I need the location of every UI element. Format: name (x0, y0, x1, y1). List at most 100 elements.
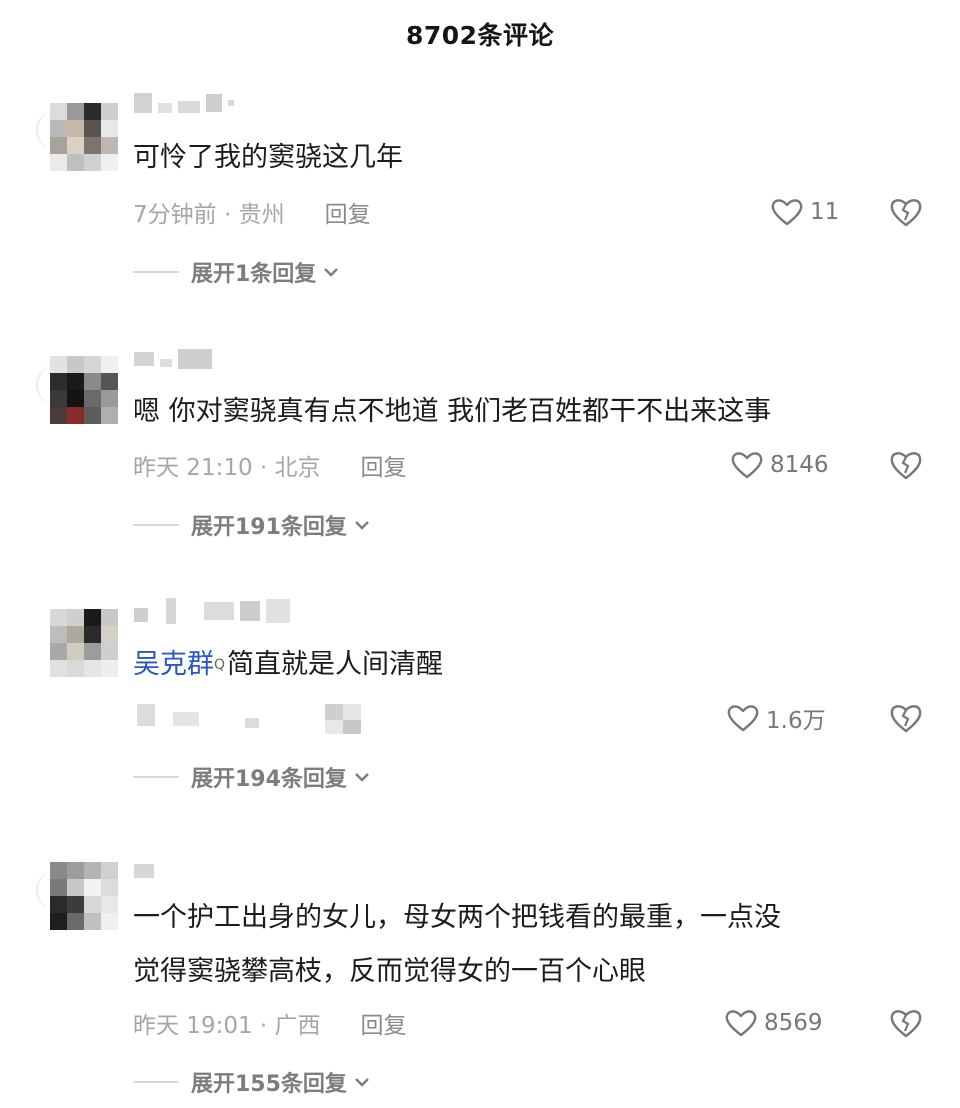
expand-replies-label: 展开1条回复 (191, 262, 317, 287)
comment-text-line: 觉得窦骁攀高枝，反而觉得女的一百个心眼 (133, 956, 646, 987)
chevron-down-icon (322, 266, 340, 278)
avatar-pixel (50, 356, 67, 373)
avatar-pixel (67, 609, 84, 626)
dislike-button[interactable] (888, 700, 924, 736)
reply-button[interactable]: 回复 (361, 1006, 407, 1040)
like-count: 8569 (764, 1010, 823, 1036)
avatar-pixel (67, 154, 84, 171)
heart-outline-icon (725, 1010, 757, 1037)
avatar[interactable] (50, 103, 118, 171)
like-count: 8146 (770, 452, 829, 478)
like-count: 11 (810, 199, 840, 225)
expand-replies-label: 展开194条回复 (191, 767, 347, 792)
avatar-pixel (84, 609, 101, 626)
avatar-pixel (67, 660, 84, 677)
expand-replies[interactable]: 展开191条回复 (133, 509, 371, 541)
mention-link[interactable]: 吴克群 (133, 649, 214, 680)
avatar[interactable] (50, 609, 118, 677)
avatar-pixel (67, 862, 84, 879)
avatar-pixel (50, 154, 67, 171)
chevron-down-icon (353, 771, 371, 783)
comment-time-location: 7分钟前 · 贵州 (133, 202, 285, 228)
avatar-pixel (84, 862, 101, 879)
avatar-pixel (50, 373, 67, 390)
divider-line (133, 271, 179, 273)
search-mark-icon: Q (214, 657, 226, 673)
username-redacted[interactable] (134, 598, 324, 624)
reply-button[interactable]: 回复 (325, 195, 371, 229)
divider-line (133, 1081, 179, 1083)
avatar-pixel (101, 103, 118, 120)
chevron-down-icon (353, 1076, 371, 1088)
avatar-pixel (67, 120, 84, 137)
avatar-pixel (50, 103, 67, 120)
avatar-pixel (67, 373, 84, 390)
avatar-pixel (101, 373, 118, 390)
reply-button[interactable]: 回复 (361, 448, 407, 482)
avatar-pixel (67, 103, 84, 120)
avatar-pixel (101, 390, 118, 407)
comment-text: 吴克群Q简直就是人间清醒 (133, 641, 443, 689)
chevron-down-icon (353, 519, 371, 531)
avatar-pixel (84, 407, 101, 424)
dislike-button[interactable] (888, 194, 924, 230)
broken-heart-icon (890, 452, 922, 480)
broken-heart-icon (890, 705, 922, 733)
comment-meta: 昨天 19:01 · 广西 回复 (133, 1005, 407, 1041)
avatar-pixel (84, 390, 101, 407)
dislike-button[interactable] (888, 447, 924, 483)
avatar-pixel (84, 879, 101, 896)
avatar-pixel (101, 913, 118, 930)
like-button[interactable]: 1.6万 (726, 700, 826, 736)
dislike-button[interactable] (888, 1005, 924, 1041)
avatar-pixel (101, 154, 118, 171)
avatar-pixel (84, 643, 101, 660)
expand-replies-label: 展开155条回复 (191, 1072, 347, 1097)
avatar-pixel (67, 913, 84, 930)
comment-text-line: 一个护工出身的女儿，母女两个把钱看的最重，一点没 (133, 902, 781, 933)
avatar-pixel (50, 913, 67, 930)
avatar-pixel (84, 896, 101, 913)
comment-text-body: 简直就是人间清醒 (227, 649, 444, 680)
avatar-pixel (67, 896, 84, 913)
avatar-pixel (84, 660, 101, 677)
expand-replies[interactable]: 展开155条回复 (133, 1066, 371, 1098)
expand-replies[interactable]: 展开1条回复 (133, 256, 340, 288)
comment-meta: 7分钟前 · 贵州 回复 (133, 194, 371, 230)
avatar-pixel (101, 643, 118, 660)
avatar[interactable] (50, 862, 118, 930)
like-button[interactable]: 11 (770, 194, 839, 230)
avatar-pixel (67, 643, 84, 660)
expand-replies-label: 展开191条回复 (191, 515, 347, 540)
avatar-pixel (84, 120, 101, 137)
avatar-pixel (101, 896, 118, 913)
avatar-pixel (50, 120, 67, 137)
avatar-pixel (84, 154, 101, 171)
expand-replies[interactable]: 展开194条回复 (133, 761, 371, 793)
avatar-pixel (84, 626, 101, 643)
username-redacted[interactable] (134, 90, 314, 116)
avatar-pixel (101, 609, 118, 626)
avatar-pixel (50, 862, 67, 879)
avatar-pixel (50, 407, 67, 424)
avatar-pixel (101, 120, 118, 137)
username-redacted[interactable] (134, 346, 314, 372)
comment-text: 嗯 你对窦骁真有点不地道 我们老百姓都干不出来这事 (133, 396, 772, 427)
avatar-pixel (101, 660, 118, 677)
broken-heart-icon (890, 199, 922, 227)
heart-outline-icon (771, 199, 803, 226)
avatar-pixel (101, 626, 118, 643)
heart-outline-icon (731, 452, 763, 479)
avatar-pixel (50, 609, 67, 626)
avatar-pixel (101, 879, 118, 896)
comments-title: 8702条评论 (405, 21, 555, 50)
avatar-pixel (67, 879, 84, 896)
like-button[interactable]: 8146 (730, 447, 829, 483)
avatar[interactable] (50, 356, 118, 424)
like-button[interactable]: 8569 (724, 1005, 823, 1041)
username-redacted[interactable] (134, 858, 314, 884)
avatar-pixel (67, 390, 84, 407)
avatar-pixel (67, 626, 84, 643)
avatar-pixel (84, 373, 101, 390)
comment-time-location: 昨天 21:10 · 北京 (133, 455, 321, 481)
